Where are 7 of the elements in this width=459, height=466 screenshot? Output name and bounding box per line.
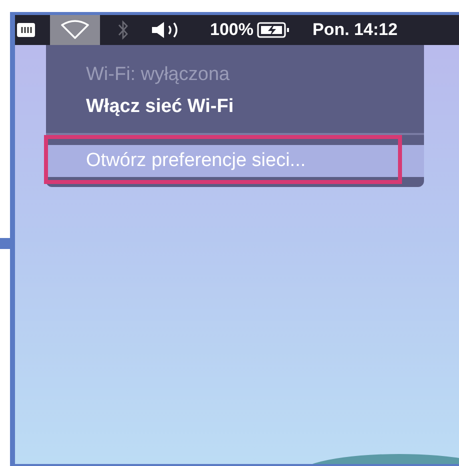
menu-item[interactable]: Włącz sieć Wi-Fi <box>46 91 424 123</box>
battery-charging-icon[interactable] <box>257 21 292 39</box>
wifi-icon <box>60 20 90 40</box>
wifi-button[interactable] <box>50 15 100 45</box>
clock[interactable]: Pon. 14:12 <box>312 17 398 43</box>
app-icon[interactable] <box>17 22 37 38</box>
battery-percentage: 100% <box>210 19 254 42</box>
